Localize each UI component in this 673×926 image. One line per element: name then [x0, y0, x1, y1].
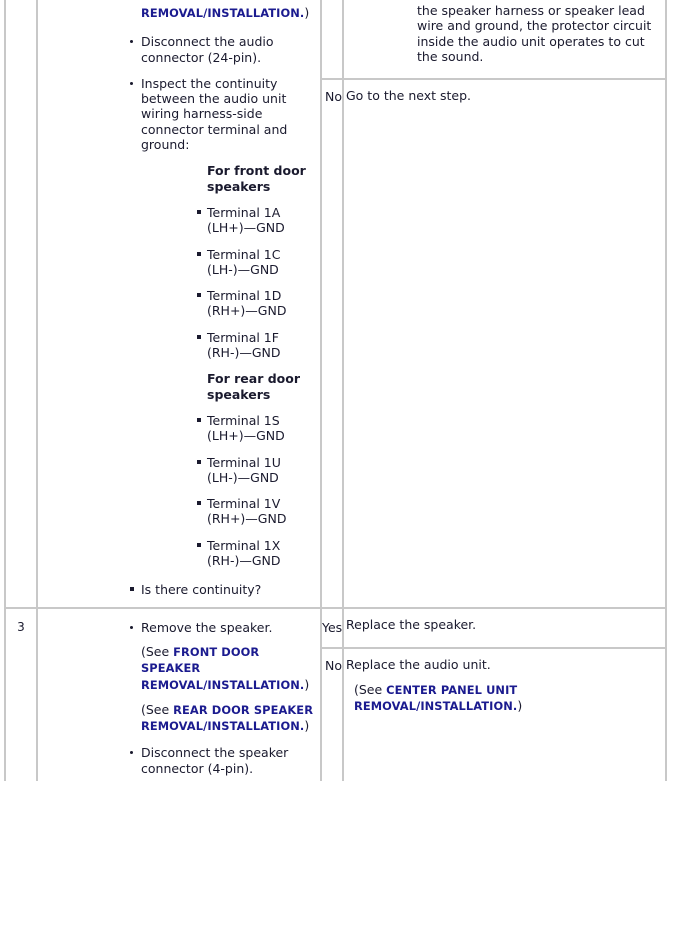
result-cell-group: the speaker harness or speaker lead wire…: [342, 0, 667, 608]
reference-suffix: ): [517, 697, 523, 713]
answer-cell-group: No: [320, 0, 343, 608]
action-bullet-list: Remove the speaker.: [38, 620, 320, 635]
answer-label: [322, 0, 342, 18]
step-number-cell: 3: [4, 606, 38, 781]
list-item: Terminal 1U (LH-)—GND: [38, 455, 320, 486]
step-number: 3: [17, 619, 25, 634]
troubleshooting-table: REMOVAL/INSTALLATION.) Disconnect the au…: [4, 0, 667, 781]
result-stack: Replace the speaker. Replace the audio u…: [344, 609, 665, 715]
result-row: Replace the audio unit. (See CENTER PANE…: [344, 646, 665, 715]
answer-label: No: [325, 657, 342, 673]
answer-cell-group: Yes No: [320, 606, 343, 781]
reference-suffix: ): [304, 5, 310, 20]
list-item-text: Disconnect the audio connector (24-pin).: [141, 34, 274, 65]
front-speakers-heading: For front door speakers: [207, 163, 306, 194]
reference-prefix: (See: [141, 701, 174, 717]
terminal-text: Terminal 1S (LH+)—GND: [207, 412, 285, 444]
answer-label-cell: No: [322, 646, 342, 682]
reference-suffix: ): [304, 718, 310, 734]
result-text: Go to the next step.: [346, 88, 471, 103]
list-item: Disconnect the audio connector (24-pin).: [38, 34, 320, 65]
question-text: Is there continuity?: [141, 582, 262, 598]
terminal-text: Terminal 1C (LH-)—GND: [207, 246, 281, 277]
list-item: Terminal 1F (RH-)—GND: [38, 330, 320, 361]
reference-prefix: (See: [141, 643, 174, 659]
terminal-text: Terminal 1X (RH-)—GND: [207, 537, 281, 569]
answer-label: Yes: [322, 619, 343, 635]
answer-stack: No: [322, 0, 342, 113]
note-continuation-text: the speaker harness or speaker lead wire…: [417, 3, 652, 64]
action-cell: Remove the speaker. (See FRONT DOOR SPEA…: [36, 606, 322, 781]
answer-label-cell: Yes: [322, 609, 342, 648]
terminal-text: Terminal 1D (RH+)—GND: [207, 288, 287, 319]
front-speakers-terminal-list: Terminal 1A (LH+)—GND Terminal 1C (LH-)—…: [38, 205, 320, 360]
reference-line: (See CENTER PANEL UNIT REMOVAL/INSTALLAT…: [354, 682, 665, 715]
answer-row: Yes: [322, 609, 342, 648]
list-item: Terminal 1A (LH+)—GND: [38, 205, 320, 236]
result-stack: the speaker harness or speaker lead wire…: [344, 0, 665, 104]
result-text-cell: Replace the speaker.: [344, 609, 665, 648]
reference-line: (See FRONT DOOR SPEAKER REMOVAL/INSTALLA…: [141, 644, 320, 693]
list-item: Terminal 1D (RH+)—GND: [38, 288, 320, 319]
list-item-text: Disconnect the speaker connector (4-pin)…: [141, 745, 289, 776]
reference-line: REMOVAL/INSTALLATION.): [141, 5, 320, 21]
table-row: REMOVAL/INSTALLATION.) Disconnect the au…: [4, 0, 667, 608]
list-item: Inspect the continuity between the audio…: [38, 76, 320, 152]
answer-label-cell: No: [322, 78, 342, 113]
result-text: Replace the speaker.: [346, 616, 477, 632]
list-item: Terminal 1X (RH-)—GND: [38, 538, 320, 569]
list-item: Disconnect the speaker connector (4-pin)…: [38, 745, 320, 776]
troubleshooting-page: REMOVAL/INSTALLATION.) Disconnect the au…: [0, 0, 673, 926]
terminal-text: Terminal 1U (LH-)—GND: [207, 454, 281, 485]
result-text-cell: Go to the next step.: [344, 78, 665, 104]
rear-speakers-terminal-list: Terminal 1S (LH+)—GND Terminal 1U (LH-)—…: [38, 413, 320, 568]
list-item: Terminal 1C (LH-)—GND: [38, 247, 320, 278]
result-text-cell: Replace the audio unit. (See CENTER PANE…: [344, 646, 665, 715]
list-item: Is there continuity?: [38, 582, 320, 597]
result-row: Go to the next step.: [344, 78, 665, 104]
table-row: 3 Remove the speaker. (See FRONT DOOR SP…: [4, 606, 667, 781]
reference-link[interactable]: REMOVAL/INSTALLATION.: [141, 6, 304, 20]
question-list: Is there continuity?: [38, 582, 320, 597]
step-number-cell: [4, 0, 38, 608]
list-item: Terminal 1S (LH+)—GND: [38, 413, 320, 444]
list-item-text: Inspect the continuity between the audio…: [141, 75, 288, 153]
result-cell-group: Replace the speaker. Replace the audio u…: [342, 606, 667, 781]
answer-row: No: [322, 646, 342, 682]
answer-label: No: [325, 89, 342, 104]
result-row: the speaker harness or speaker lead wire…: [344, 0, 665, 79]
bottom-spacer: [38, 776, 320, 781]
list-item: Terminal 1V (RH+)—GND: [38, 496, 320, 527]
list-item: Remove the speaker.: [38, 620, 320, 635]
result-row: Replace the speaker.: [344, 609, 665, 648]
step-number: [6, 0, 36, 10]
result-text-cell: the speaker harness or speaker lead wire…: [344, 0, 665, 79]
answer-row: No: [322, 78, 342, 113]
answer-label-cell: [322, 0, 342, 79]
reference-line: (See REAR DOOR SPEAKER REMOVAL/INSTALLAT…: [141, 702, 320, 735]
action-cell: REMOVAL/INSTALLATION.) Disconnect the au…: [36, 0, 322, 608]
terminal-text: Terminal 1A (LH+)—GND: [207, 204, 285, 236]
answer-stack: Yes No: [322, 609, 342, 682]
terminal-text: Terminal 1V (RH+)—GND: [207, 496, 287, 527]
reference-prefix: (See: [354, 681, 387, 697]
rear-speakers-heading: For rear door speakers: [207, 371, 301, 402]
list-item-text: Remove the speaker.: [141, 619, 273, 635]
result-text: Replace the audio unit.: [346, 656, 491, 672]
terminal-text: Terminal 1F (RH-)—GND: [207, 329, 281, 361]
action-bullet-list: Disconnect the speaker connector (4-pin)…: [38, 745, 320, 776]
reference-suffix: ): [304, 676, 310, 692]
action-bullet-list: Disconnect the audio connector (24-pin).…: [38, 34, 320, 152]
answer-row: [322, 0, 342, 79]
